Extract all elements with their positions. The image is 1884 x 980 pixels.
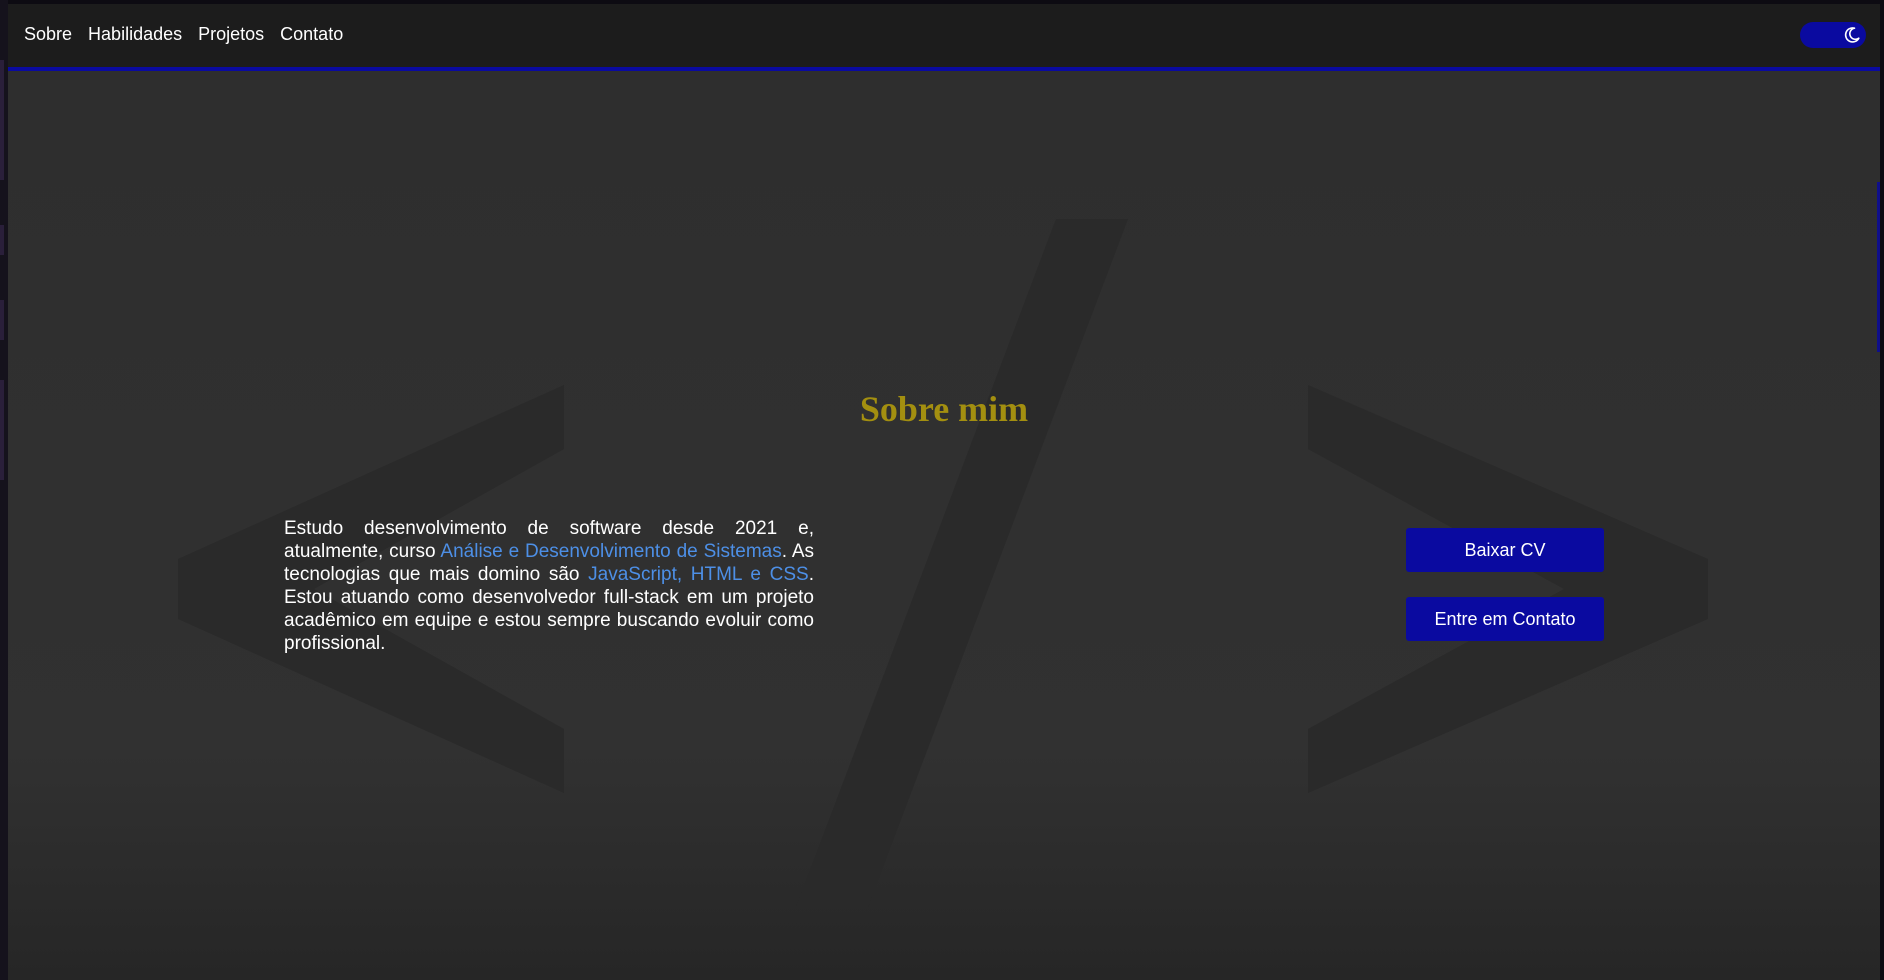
edge-mark (0, 380, 4, 480)
moon-icon (1844, 27, 1860, 43)
nav-link-contato[interactable]: Contato (280, 24, 343, 45)
contact-button[interactable]: Entre em Contato (1406, 597, 1604, 641)
edge-mark (0, 300, 4, 340)
course-link[interactable]: Análise e Desenvolvimento de Sistemas (440, 541, 781, 562)
nav-link-habilidades[interactable]: Habilidades (88, 24, 182, 45)
window-right-edge (1880, 0, 1884, 980)
about-paragraph: Estudo desenvolvimento de software desde… (284, 517, 814, 655)
edge-mark (0, 60, 4, 180)
nav-link-sobre[interactable]: Sobre (24, 24, 72, 45)
window-left-edge (0, 0, 8, 980)
download-cv-button[interactable]: Baixar CV (1406, 528, 1604, 572)
nav-links: Sobre Habilidades Projetos Contato (24, 24, 359, 45)
theme-toggle[interactable] (1800, 22, 1866, 48)
edge-mark (0, 225, 4, 255)
top-navbar: Sobre Habilidades Projetos Contato (8, 4, 1880, 71)
technologies-link[interactable]: JavaScript, HTML e CSS (588, 564, 809, 585)
section-title: Sobre mim (859, 389, 1029, 429)
scrollbar-accent[interactable] (1877, 182, 1880, 352)
nav-link-projetos[interactable]: Projetos (198, 24, 264, 45)
page: Sobre Habilidades Projetos Contato Sobre… (8, 4, 1880, 980)
